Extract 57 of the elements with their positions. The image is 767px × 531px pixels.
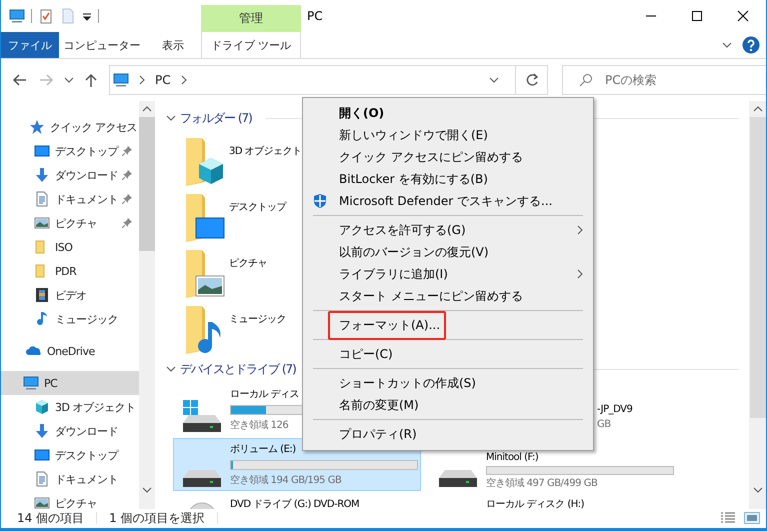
nav-item[interactable]: ピクチャ (1, 211, 139, 235)
selection-count: 1 個の項目を選択 (109, 510, 205, 526)
menu-item[interactable]: アクセスを許可する(G) (303, 219, 593, 241)
folder-name[interactable]: ミュージック (229, 312, 286, 354)
section-heading[interactable]: フォルダー (7) (180, 110, 252, 126)
ribbon-tab[interactable]: ファイル (1, 32, 59, 58)
window-title: PC (306, 8, 323, 25)
nav-item[interactable]: 3D オブジェクト (1, 395, 139, 419)
menu-item[interactable]: コピー(C) (303, 343, 593, 365)
ribbon-tab[interactable]: ドライブ ツール (201, 32, 301, 58)
ribbon-tab[interactable]: 表示 (145, 32, 201, 58)
nav-item[interactable]: ダウンロード (1, 419, 139, 443)
drive-name: Minitool (F:) (486, 451, 540, 464)
menu-item[interactable]: BitLocker を有効にする(B) (303, 168, 593, 190)
folder-name[interactable]: ピクチャ (229, 256, 267, 298)
item-count: 14 個の項目 (17, 510, 84, 526)
nav-item[interactable]: デスクトップ (1, 139, 139, 163)
menu-item[interactable]: フォーマット(A)... (303, 314, 593, 336)
drive-name: DVD ドライブ (G:) DVD-ROM (230, 498, 360, 509)
drive-tile[interactable]: DVD ドライブ (G:) DVD-ROM (173, 493, 421, 509)
nav-item[interactable]: ミュージック (1, 307, 139, 331)
nav-item[interactable]: クイック アクセス (1, 115, 139, 139)
free-space: 空き領域 194 GB/195 GB (230, 474, 342, 488)
nav-item[interactable]: ビデオ (1, 283, 139, 307)
drive-name: -JP_DV9 (597, 403, 632, 417)
drive-name: ボリューム (E:) (230, 443, 297, 457)
nav-item[interactable]: ISO (1, 235, 139, 259)
nav-item[interactable]: PDR (1, 259, 139, 283)
nav-item[interactable]: PC (1, 371, 139, 395)
drive-name: ローカル ディス (230, 388, 300, 402)
nav-item[interactable]: OneDrive (1, 339, 139, 363)
menu-item[interactable]: 名前の変更(M) (303, 394, 593, 416)
menu-item[interactable]: 開く(O) (303, 102, 593, 124)
nav-item[interactable]: ダウンロード (1, 163, 139, 187)
folder-name[interactable]: 3D オブジェクト (229, 144, 302, 186)
menu-item[interactable]: ライブラリに追加(I) (303, 263, 593, 285)
address-field[interactable]: PC (109, 65, 548, 95)
folder-name[interactable]: デスクトップ (229, 200, 286, 242)
tab-group-label: 管理 (201, 5, 301, 32)
free-space: 空き領域 497 GB/499 GB (486, 477, 598, 490)
menu-item[interactable]: Microsoft Defender でスキャンする... (303, 190, 593, 212)
nav-item[interactable]: ドキュメント (1, 187, 139, 211)
menu-item[interactable]: 新しいウィンドウで開く(E) (303, 124, 593, 146)
menu-item[interactable]: 以前のバージョンの復元(V) (303, 241, 593, 263)
menu-item[interactable]: スタート メニューにピン留めする (303, 285, 593, 307)
nav-item[interactable]: ドキュメント (1, 467, 139, 491)
menu-item[interactable]: ショートカットの作成(S) (303, 372, 593, 394)
menu-item[interactable]: クイック アクセスにピン留めする (303, 146, 593, 168)
section-heading[interactable]: デバイスとドライブ (7) (180, 360, 296, 378)
nav-item[interactable]: ピクチャ (1, 491, 139, 509)
free-space: GB (597, 418, 612, 432)
drive-tile[interactable]: ローカル ディスク (H:) (429, 493, 677, 509)
nav-item[interactable]: デスクトップ (1, 443, 139, 467)
free-space: 空き領域 126 (230, 418, 290, 433)
ribbon-tab[interactable]: コンピューター (59, 32, 145, 58)
search-field[interactable]: PCの検索 (562, 65, 766, 95)
drive-name: ローカル ディスク (H:) (486, 498, 584, 509)
